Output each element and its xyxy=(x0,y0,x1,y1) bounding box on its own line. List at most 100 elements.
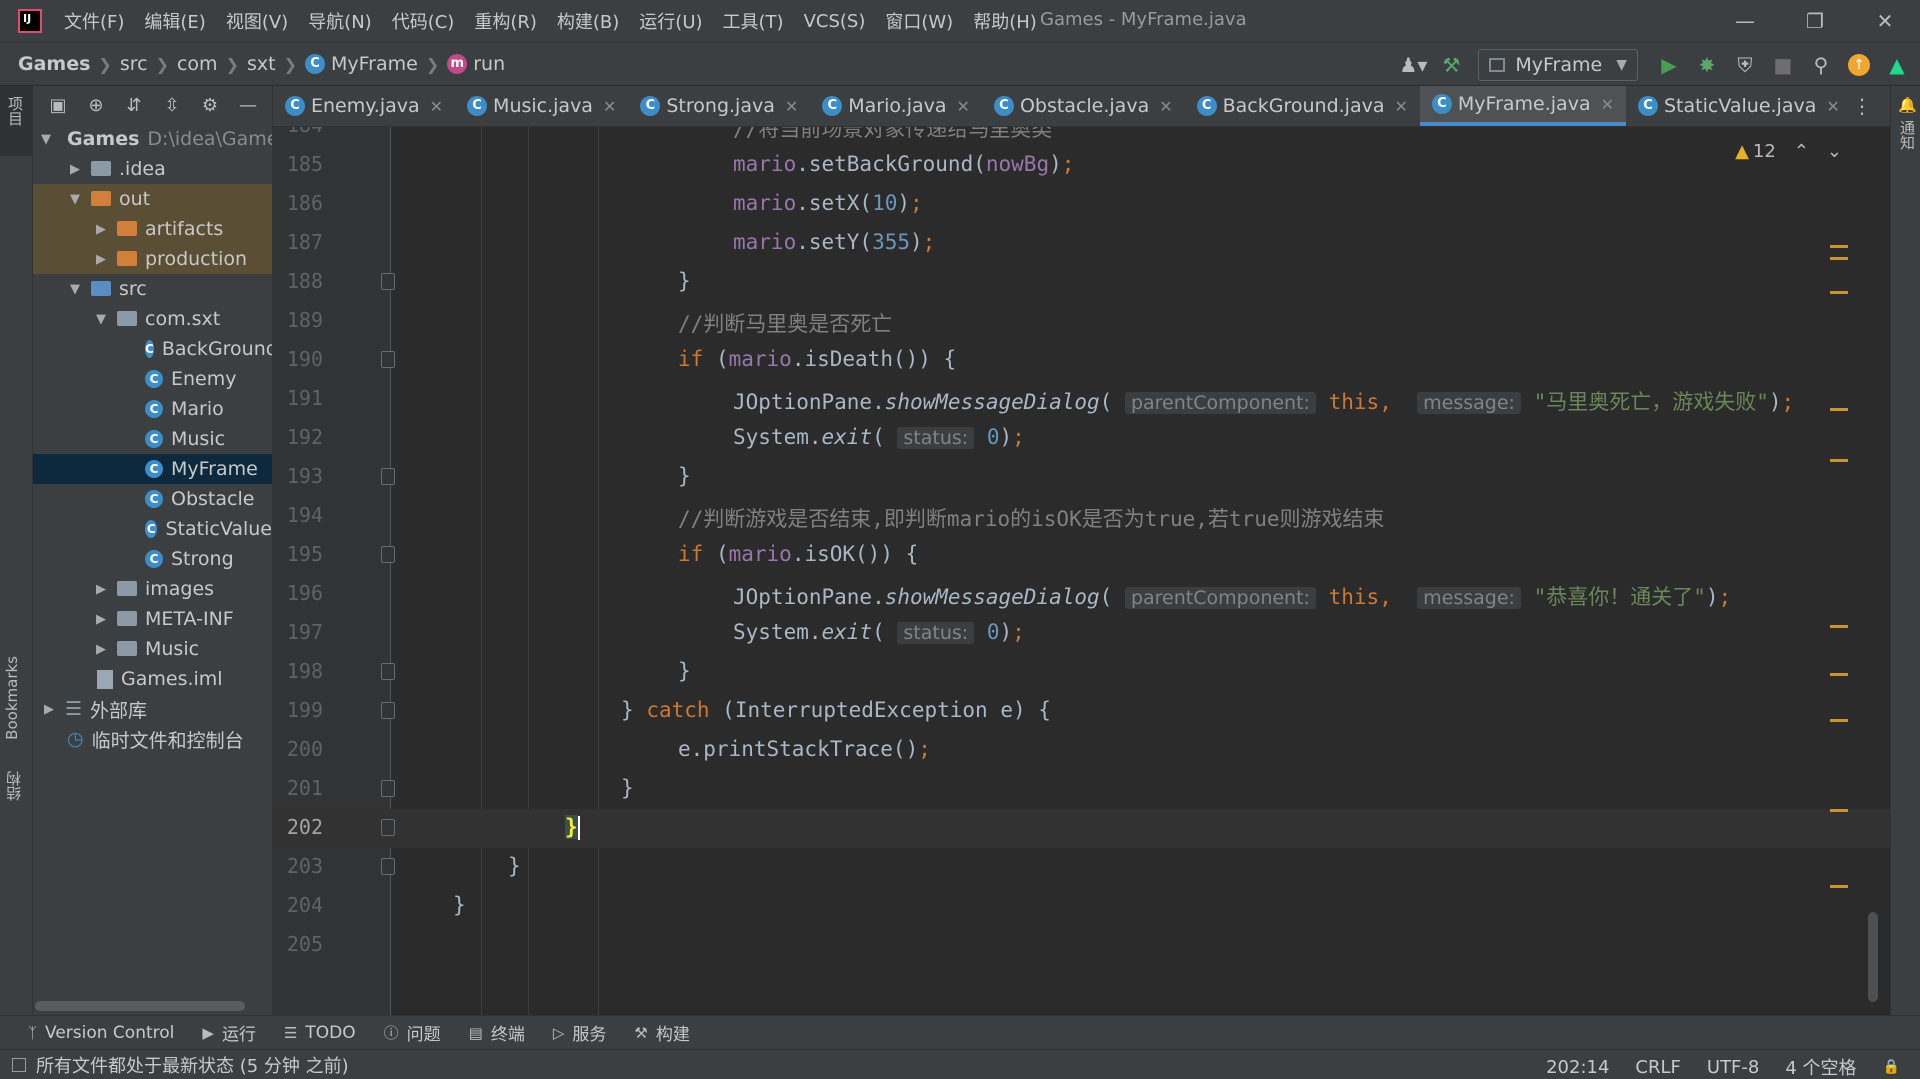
tree-item-external-libraries[interactable]: ▶ ☰ 外部库 xyxy=(33,694,272,724)
tree-item-project-root[interactable]: ▼ Games D:\idea\Games xyxy=(33,124,272,154)
indent-setting[interactable]: 4 个空格 xyxy=(1785,1054,1856,1079)
run-tool-button[interactable]: ▶ 运行 xyxy=(202,1020,256,1046)
tree-item-class[interactable]: C Music xyxy=(33,424,272,454)
warning-stripe-marker[interactable] xyxy=(1830,719,1848,722)
fold-marker-icon[interactable] xyxy=(381,546,395,563)
tree-item-class[interactable]: C Obstacle xyxy=(33,484,272,514)
tab-mario[interactable]: C Mario.java ✕ xyxy=(810,86,982,126)
fold-marker-icon[interactable] xyxy=(381,858,395,875)
tab-myframe-active[interactable]: C MyFrame.java ✕ xyxy=(1419,86,1626,126)
breadcrumb-com[interactable]: com xyxy=(177,53,218,75)
breadcrumb-method[interactable]: m run xyxy=(447,53,505,75)
fold-marker-icon[interactable] xyxy=(381,351,395,368)
user-icon[interactable]: ♟▾ xyxy=(1396,48,1430,82)
version-control-button[interactable]: ᛉ Version Control xyxy=(28,1023,174,1043)
warning-stripe-marker[interactable] xyxy=(1830,885,1848,888)
file-encoding[interactable]: UTF-8 xyxy=(1707,1057,1759,1078)
plugin-logo-icon[interactable]: ▲ xyxy=(1880,48,1914,82)
close-tab-icon[interactable]: ✕ xyxy=(1601,95,1614,114)
square-icon[interactable] xyxy=(12,1057,26,1072)
fold-marker-icon[interactable] xyxy=(381,663,395,680)
menu-vcs[interactable]: VCS(S) xyxy=(804,11,866,32)
menu-tools[interactable]: 工具(T) xyxy=(723,8,784,34)
tree-item-production[interactable]: ▶ production xyxy=(33,244,272,274)
tab-enemy[interactable]: C Enemy.java ✕ xyxy=(273,86,455,126)
tree-item-class[interactable]: C StaticValue xyxy=(33,514,272,544)
run-icon[interactable]: ▶ xyxy=(1652,48,1686,82)
warning-stripe-marker[interactable] xyxy=(1830,245,1848,248)
tab-obstacle[interactable]: C Obstacle.java ✕ xyxy=(982,86,1185,126)
menu-build[interactable]: 构建(B) xyxy=(557,8,619,34)
close-tab-icon[interactable]: ✕ xyxy=(785,97,798,116)
fold-marker-icon[interactable] xyxy=(381,702,395,719)
tab-staticvalue[interactable]: C StaticValue.java ✕ xyxy=(1626,86,1852,126)
tree-item-package[interactable]: ▼ com.sxt xyxy=(33,304,272,334)
warning-stripe-marker[interactable] xyxy=(1830,809,1848,812)
tab-strong[interactable]: C Strong.java ✕ xyxy=(628,86,810,126)
warning-stripe-marker[interactable] xyxy=(1830,257,1848,260)
code-editor[interactable]: ▲ 12 ⌃ ⌄ 184 //将当前场景对象传递给马里奥类 185 mario.… xyxy=(273,127,1890,1015)
menu-help[interactable]: 帮助(H) xyxy=(973,8,1037,34)
tree-item-class-selected[interactable]: C MyFrame xyxy=(33,454,272,484)
close-window-icon[interactable]: ✕ xyxy=(1850,0,1920,42)
warning-stripe-marker[interactable] xyxy=(1830,408,1848,411)
fold-marker-icon[interactable] xyxy=(381,780,395,797)
notifications-icon[interactable]: 🔔 xyxy=(1898,96,1917,114)
notifications-tool-label[interactable]: 通知 xyxy=(1897,120,1918,150)
warning-stripe-marker[interactable] xyxy=(1830,673,1848,676)
warning-stripe-marker[interactable] xyxy=(1830,291,1848,294)
minimize-icon[interactable]: — xyxy=(1710,0,1780,42)
tree-item-images[interactable]: ▶ images xyxy=(33,574,272,604)
close-tab-icon[interactable]: ✕ xyxy=(1826,97,1839,116)
tree-item-artifacts[interactable]: ▶ artifacts xyxy=(33,214,272,244)
tree-item-class[interactable]: C Mario xyxy=(33,394,272,424)
project-tool-button[interactable]: 项目 xyxy=(0,86,33,156)
close-tab-icon[interactable]: ✕ xyxy=(1395,97,1408,116)
tab-background[interactable]: C BackGround.java ✕ xyxy=(1185,86,1420,126)
lock-icon[interactable]: 🔒 xyxy=(1883,1059,1900,1075)
tree-item-idea[interactable]: ▶ .idea xyxy=(33,154,272,184)
menu-view[interactable]: 视图(V) xyxy=(226,8,288,34)
tree-item-iml[interactable]: Games.iml xyxy=(33,664,272,694)
breadcrumb-class[interactable]: C MyFrame xyxy=(304,53,418,75)
tree-item-scratches[interactable]: ◷ 临时文件和控制台 xyxy=(33,724,272,754)
menu-window[interactable]: 窗口(W) xyxy=(885,8,953,34)
breadcrumb-project[interactable]: Games xyxy=(18,53,90,75)
breadcrumb-sxt[interactable]: sxt xyxy=(247,53,276,75)
breadcrumb-src[interactable]: src xyxy=(120,53,148,75)
tree-item-music[interactable]: ▶ Music xyxy=(33,634,272,664)
warning-stripe-marker[interactable] xyxy=(1830,625,1848,628)
close-tab-icon[interactable]: ✕ xyxy=(957,97,970,116)
tab-music[interactable]: C Music.java ✕ xyxy=(455,86,628,126)
locate-icon[interactable]: ⊕ xyxy=(81,90,111,120)
search-icon[interactable]: ⚲ xyxy=(1804,48,1838,82)
warning-stripe-marker[interactable] xyxy=(1830,459,1848,462)
close-tab-icon[interactable]: ✕ xyxy=(603,97,616,116)
caret-position[interactable]: 202:14 xyxy=(1546,1057,1609,1078)
stop-icon[interactable]: ■ xyxy=(1766,48,1800,82)
bookmarks-tool-label[interactable]: Bookmarks xyxy=(3,656,21,740)
fold-marker-icon[interactable] xyxy=(381,468,395,485)
menu-file[interactable]: 文件(F) xyxy=(64,8,124,34)
coverage-icon[interactable]: ⛨ xyxy=(1728,48,1762,82)
gear-icon[interactable]: ⚙ xyxy=(195,90,225,120)
menu-refactor[interactable]: 重构(R) xyxy=(474,8,537,34)
horizontal-scrollbar[interactable] xyxy=(35,1001,245,1011)
tree-item-class[interactable]: C BackGround xyxy=(33,334,272,364)
tree-item-out[interactable]: ▼ out xyxy=(33,184,272,214)
menu-run[interactable]: 运行(U) xyxy=(639,8,702,34)
line-separator[interactable]: CRLF xyxy=(1635,1057,1680,1078)
build-hammer-icon[interactable]: ⚒ xyxy=(1434,48,1468,82)
fold-marker-icon[interactable] xyxy=(381,273,395,290)
structure-tool-label[interactable]: 结构 xyxy=(3,771,24,801)
tree-item-meta-inf[interactable]: ▶ META-INF xyxy=(33,604,272,634)
tree-item-class[interactable]: C Strong xyxy=(33,544,272,574)
todo-tool-button[interactable]: ☰ TODO xyxy=(284,1023,356,1043)
debug-icon[interactable]: ✸ xyxy=(1690,48,1724,82)
select-opened-file-icon[interactable]: ▣ xyxy=(43,90,73,120)
fold-marker-icon[interactable] xyxy=(381,819,395,836)
close-tab-icon[interactable]: ✕ xyxy=(1159,97,1172,116)
menu-navigate[interactable]: 导航(N) xyxy=(308,8,372,34)
update-icon[interactable]: ↑ xyxy=(1842,48,1876,82)
menu-code[interactable]: 代码(C) xyxy=(392,8,455,34)
